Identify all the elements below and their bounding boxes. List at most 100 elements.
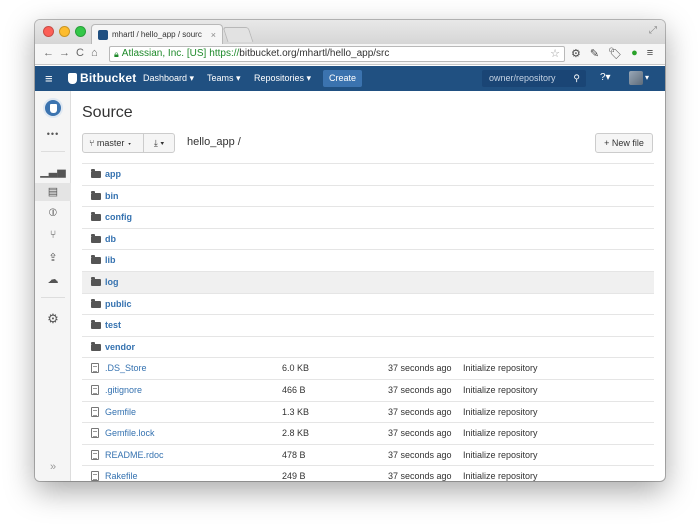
reload-icon[interactable]: C <box>76 47 84 59</box>
folder-row[interactable]: bin <box>82 184 654 207</box>
folder-name[interactable]: db <box>105 229 116 250</box>
new-file-button[interactable]: + New file <box>595 133 653 153</box>
nav-repositories[interactable]: Repositories ▾ <box>254 73 311 84</box>
commit-message[interactable]: Initialize repository <box>463 380 538 401</box>
tab-bar: mhartl / hello_app / sourc × ⤢ <box>35 20 665 44</box>
chevron-down-icon[interactable]: ▾ <box>645 73 649 82</box>
bitbucket-logo[interactable]: Bitbucket <box>68 71 136 85</box>
repository-avatar-icon[interactable] <box>43 98 63 118</box>
folder-name[interactable]: vendor <box>105 337 135 358</box>
branches-icon[interactable]: ⑂ <box>35 229 71 241</box>
file-row[interactable]: Gemfile.lock 2.8 KB 37 seconds ago Initiali… <box>82 422 654 444</box>
folder-row[interactable]: vendor <box>82 335 654 358</box>
file-name[interactable]: README.rdoc <box>105 445 164 466</box>
folder-row[interactable]: config <box>82 206 654 228</box>
folder-name[interactable]: test <box>105 315 121 336</box>
downloads-cloud-icon[interactable]: ☁ <box>35 273 71 286</box>
minimize-window-button[interactable] <box>59 26 70 37</box>
folder-name[interactable]: app <box>105 164 121 185</box>
commit-message[interactable]: Initialize repository <box>463 445 538 466</box>
folder-row[interactable]: app <box>82 163 654 185</box>
source-panel: Source ⑂ master ▾ ⤓ ▾ hello_app / + New … <box>71 91 665 481</box>
commit-message[interactable]: Initialize repository <box>463 402 538 423</box>
settings-gear-icon[interactable]: ⚙ <box>35 311 71 327</box>
commit-message[interactable]: Initialize repository <box>463 423 538 444</box>
download-button[interactable]: ⤓ ▾ <box>143 133 175 153</box>
branch-selector-button[interactable]: ⑂ master ▾ <box>82 133 144 153</box>
file-name[interactable]: .gitignore <box>105 380 142 401</box>
file-list: app bin config db lib log public test vendor .DS_… <box>82 163 654 481</box>
file-icon <box>91 428 99 439</box>
folder-row[interactable]: public <box>82 292 654 315</box>
fullscreen-icon[interactable]: ⤢ <box>649 25 657 36</box>
folder-icon <box>91 298 101 308</box>
bookmark-star-icon[interactable]: ☆ <box>550 47 560 61</box>
folder-row[interactable]: log <box>82 270 654 293</box>
create-button[interactable]: Create <box>323 70 362 87</box>
folder-row[interactable]: test <box>82 314 654 336</box>
evernote-extension-icon[interactable]: ● <box>631 47 638 60</box>
bookmark-extension-icon[interactable]: 🏷︎ <box>608 47 622 60</box>
expand-sidebar-icon[interactable]: » <box>35 461 71 473</box>
pull-requests-icon[interactable]: ⇪ <box>35 251 71 264</box>
file-row[interactable]: README.rdoc 478 B 37 seconds ago Initialize… <box>82 443 654 466</box>
home-icon[interactable]: ⌂ <box>91 47 98 59</box>
file-row[interactable]: Rakefile 249 B 37 seconds ago Initialize re… <box>82 465 654 481</box>
repository-search-input[interactable]: owner/repository ⚲ <box>482 70 586 87</box>
file-name[interactable]: Gemfile.lock <box>105 423 155 444</box>
browser-toolbar: ← → C ⌂ 🔒︎ Atlassian, Inc. [US] https://… <box>35 44 665 65</box>
folder-row[interactable]: lib <box>82 249 654 271</box>
commit-message[interactable]: Initialize repository <box>463 466 538 481</box>
bitbucket-favicon-icon <box>98 29 108 40</box>
file-name[interactable]: Gemfile <box>105 402 136 423</box>
branch-icon: ⑂ <box>89 138 97 148</box>
search-placeholder: owner/repository <box>489 73 556 83</box>
browser-window: mhartl / hello_app / sourc × ⤢ ← → C ⌂ 🔒… <box>35 20 665 481</box>
ev-certificate-label[interactable]: Atlassian, Inc. [US] <box>122 47 206 61</box>
folder-name[interactable]: log <box>105 272 119 293</box>
help-menu-icon[interactable]: ?▾ <box>600 72 611 83</box>
more-options-icon[interactable]: ••• <box>35 129 71 139</box>
file-icon <box>91 471 99 481</box>
folder-name[interactable]: public <box>105 294 132 315</box>
address-bar[interactable]: 🔒︎ Atlassian, Inc. [US] https:// bitbuck… <box>109 46 565 62</box>
back-arrow-icon[interactable]: ← <box>43 47 54 59</box>
file-name[interactable]: Rakefile <box>105 466 138 481</box>
new-tab-button[interactable] <box>222 27 254 42</box>
file-size: 2.8 KB <box>282 428 310 439</box>
bitbucket-bucket-icon <box>68 72 77 84</box>
file-icon <box>91 406 99 417</box>
sidebar-divider <box>41 151 65 152</box>
breadcrumb: hello_app / <box>187 136 241 148</box>
folder-icon <box>91 169 101 178</box>
hamburger-menu-icon[interactable]: ≡ <box>45 71 53 86</box>
close-window-button[interactable] <box>43 26 54 37</box>
user-avatar[interactable] <box>629 71 643 85</box>
file-row[interactable]: .DS_Store 6.0 KB 37 seconds ago Initialize … <box>82 357 654 379</box>
commits-icon[interactable]: ⦶ <box>35 207 71 220</box>
file-date: 37 seconds ago <box>388 449 452 460</box>
file-row[interactable]: Gemfile 1.3 KB 37 seconds ago Initialize re… <box>82 400 654 423</box>
chrome-menu-icon[interactable]: ≡ <box>647 47 653 60</box>
overview-chart-icon[interactable]: ▁▃▅ <box>35 165 71 178</box>
folder-name[interactable]: lib <box>105 250 116 271</box>
settings-gear-icon[interactable]: ⚙ <box>571 47 581 60</box>
nav-dashboard[interactable]: Dashboard ▾ <box>143 73 194 84</box>
tab-close-icon[interactable]: × <box>211 30 216 40</box>
folder-icon <box>91 233 101 243</box>
browser-tab[interactable]: mhartl / hello_app / sourc × <box>91 24 223 44</box>
pen-extension-icon[interactable]: ✎ <box>590 47 599 60</box>
zoom-window-button[interactable] <box>75 26 86 37</box>
folder-name[interactable]: bin <box>105 186 119 207</box>
commit-message[interactable]: Initialize repository <box>463 358 538 379</box>
source-file-icon[interactable]: ▤ <box>35 183 71 201</box>
page-title: Source <box>82 104 133 121</box>
folder-icon <box>91 190 101 200</box>
folder-name[interactable]: config <box>105 207 132 228</box>
file-row[interactable]: .gitignore 466 B 37 seconds ago Initialize … <box>82 378 654 401</box>
forward-arrow-icon[interactable]: → <box>59 47 70 59</box>
search-icon[interactable]: ⚲ <box>573 70 580 87</box>
file-name[interactable]: .DS_Store <box>105 358 147 379</box>
folder-row[interactable]: db <box>82 227 654 250</box>
nav-teams[interactable]: Teams ▾ <box>207 73 241 84</box>
